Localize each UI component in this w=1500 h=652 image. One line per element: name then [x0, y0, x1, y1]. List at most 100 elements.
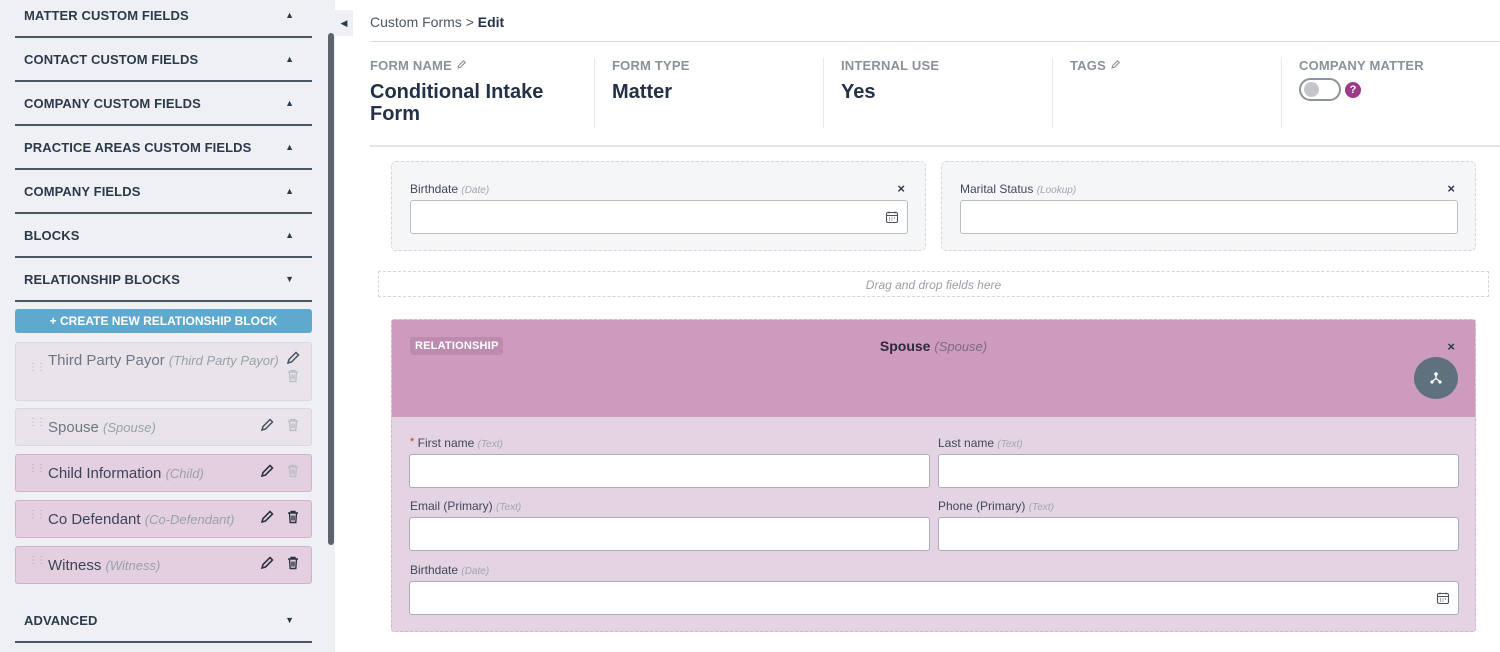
company-matter-toggle[interactable] [1299, 78, 1341, 101]
caret-up-icon: ▲ [285, 10, 294, 20]
drop-zone[interactable]: Drag and drop fields here [378, 271, 1489, 297]
divider [370, 41, 1500, 42]
remove-field-icon[interactable]: × [897, 181, 905, 196]
relationship-block-item[interactable]: ⋮⋮ Spouse (Spouse) [15, 408, 312, 446]
section-label: CONTACT CUSTOM FIELDS [24, 51, 199, 67]
trash-icon[interactable] [285, 509, 301, 525]
sidebar-section-blocks[interactable]: BLOCKS ▲ [15, 214, 312, 258]
help-icon[interactable]: ? [1345, 81, 1361, 98]
relationship-header: RELATIONSHIP Spouse (Spouse) × [392, 320, 1475, 417]
pencil-icon[interactable] [1110, 59, 1121, 70]
section-label: COMPANY FIELDS [24, 183, 141, 199]
divider [370, 145, 1500, 147]
internal-use-value: Yes [841, 81, 876, 103]
form-type-value: Matter [612, 81, 673, 103]
divider [1052, 58, 1053, 128]
collapse-sidebar-button[interactable]: ◀ [335, 10, 353, 36]
field-type: (Text) [496, 502, 522, 513]
pencil-icon[interactable] [456, 59, 467, 70]
first-name-input[interactable] [409, 454, 930, 488]
block-name: Spouse [48, 419, 99, 436]
field-label: First name [417, 436, 475, 450]
relationship-block-item[interactable]: ⋮⋮ Child Information (Child) [15, 454, 312, 492]
remove-relationship-icon[interactable]: × [1447, 339, 1455, 354]
last-name-input[interactable] [938, 454, 1459, 488]
pencil-icon[interactable] [259, 509, 275, 525]
company-matter-meta: COMPANY MATTER ? [1299, 58, 1424, 128]
conditional-logic-button[interactable] [1414, 357, 1458, 399]
sidebar-section-company-fields[interactable]: COMPANY FIELDS ▲ [15, 170, 312, 214]
pencil-icon[interactable] [259, 555, 275, 571]
internal-use-label: INTERNAL USE [841, 58, 940, 73]
company-matter-label: COMPANY MATTER [1299, 58, 1424, 73]
sidebar-scrollbar[interactable] [328, 33, 334, 545]
sidebar-section-company-custom-fields[interactable]: COMPANY CUSTOM FIELDS ▲ [15, 82, 312, 126]
relationship-block-item[interactable]: ⋮⋮ Third Party Payor (Third Party Payor) [15, 342, 312, 401]
tags-meta: TAGS [1070, 58, 1121, 128]
relationship-block-spouse[interactable]: RELATIONSHIP Spouse (Spouse) × * First n… [391, 319, 1476, 632]
caret-up-icon: ▲ [285, 186, 294, 196]
form-name-value: Conditional Intake Form [370, 81, 544, 125]
block-type: (Child) [165, 466, 204, 481]
form-name-meta: FORM NAME Conditional Intake Form [370, 58, 570, 128]
tags-label: TAGS [1070, 58, 1106, 73]
trash-icon[interactable] [285, 555, 301, 571]
breadcrumb-custom-forms-link[interactable]: Custom Forms [370, 14, 462, 30]
field-card-marital-status[interactable]: Marital Status (Lookup) × [941, 161, 1476, 251]
birthdate-input[interactable] [410, 200, 908, 234]
internal-use-meta: INTERNAL USE Yes [841, 58, 939, 128]
email-input[interactable] [409, 517, 930, 551]
caret-down-icon: ▼ [285, 274, 294, 284]
form-name-label: FORM NAME [370, 58, 452, 73]
block-type: (Co-Defendant) [144, 512, 235, 527]
relationship-birthdate-input[interactable] [409, 581, 1459, 615]
field-type: (Date) [461, 566, 490, 577]
field-type: (Lookup) [1036, 185, 1077, 196]
calendar-icon[interactable] [1436, 591, 1450, 605]
phone-input[interactable] [938, 517, 1459, 551]
trash-icon[interactable] [285, 417, 301, 433]
drag-handle-icon[interactable]: ⋮⋮ [28, 555, 48, 566]
pencil-icon[interactable] [259, 463, 275, 479]
relationship-type: (Spouse) [934, 339, 988, 354]
field-label: Birthdate [410, 563, 459, 577]
field-card-birthdate[interactable]: Birthdate (Date) × [391, 161, 926, 251]
drag-handle-icon[interactable]: ⋮⋮ [28, 463, 48, 474]
drag-handle-icon[interactable]: ⋮⋮ [28, 417, 48, 428]
marital-status-input[interactable] [960, 200, 1458, 234]
create-relationship-block-button[interactable]: + CREATE NEW RELATIONSHIP BLOCK [15, 309, 312, 333]
field-label: Marital Status [960, 182, 1034, 196]
trash-icon[interactable] [285, 463, 301, 479]
sidebar-section-advanced[interactable]: ADVANCED ▼ [15, 599, 312, 643]
relationship-block-item[interactable]: ⋮⋮ Co Defendant (Co-Defendant) [15, 500, 312, 538]
section-label: RELATIONSHIP BLOCKS [24, 271, 180, 287]
relationship-block-item[interactable]: ⋮⋮ Witness (Witness) [15, 546, 312, 584]
divider [1281, 58, 1282, 128]
caret-up-icon: ▲ [285, 230, 294, 240]
caret-up-icon: ▲ [285, 54, 294, 64]
field-type: (Text) [477, 439, 503, 450]
section-label: PRACTICE AREAS CUSTOM FIELDS [24, 139, 252, 155]
remove-field-icon[interactable]: × [1447, 181, 1455, 196]
form-type-meta: FORM TYPE Matter [612, 58, 690, 128]
caret-up-icon: ▲ [285, 142, 294, 152]
caret-down-icon: ▼ [285, 615, 294, 625]
field-label: Phone (Primary) [938, 499, 1026, 513]
sidebar-section-contact-custom-fields[interactable]: CONTACT CUSTOM FIELDS ▲ [15, 38, 312, 82]
pencil-icon[interactable] [285, 350, 301, 366]
sidebar-section-relationship-blocks[interactable]: RELATIONSHIP BLOCKS ▼ [15, 258, 312, 302]
drag-handle-icon[interactable]: ⋮⋮ [28, 362, 48, 373]
required-marker: * [410, 436, 415, 448]
sidebar-section-matter-custom-fields[interactable]: MATTER CUSTOM FIELDS ▲ [15, 0, 312, 38]
calendar-icon[interactable] [885, 210, 899, 224]
field-type: (Text) [1028, 502, 1054, 513]
trash-icon[interactable] [285, 368, 301, 384]
relationship-title: Spouse [879, 338, 931, 354]
pencil-icon[interactable] [259, 417, 275, 433]
drag-handle-icon[interactable]: ⋮⋮ [28, 509, 48, 520]
field-label: Last name [938, 436, 995, 450]
breadcrumb-separator: > [465, 14, 474, 30]
field-type: (Date) [461, 185, 490, 196]
sidebar-section-practice-areas-custom-fields[interactable]: PRACTICE AREAS CUSTOM FIELDS ▲ [15, 126, 312, 170]
field-type: (Text) [997, 439, 1023, 450]
